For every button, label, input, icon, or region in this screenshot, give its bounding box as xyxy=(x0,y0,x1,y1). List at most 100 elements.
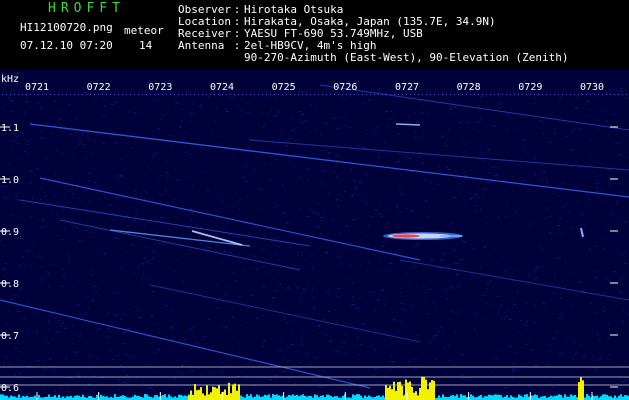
activity-bar xyxy=(0,394,2,400)
noise-speck xyxy=(198,106,201,108)
activity-bar xyxy=(100,394,102,400)
noise-speck xyxy=(594,276,597,278)
noise-speck xyxy=(450,286,453,288)
noise-speck xyxy=(304,166,307,168)
noise-speck xyxy=(100,370,102,372)
noise-speck xyxy=(88,231,92,233)
header-dot xyxy=(342,94,343,95)
noise-speck xyxy=(264,228,266,230)
header-dot xyxy=(378,94,379,95)
noise-speck xyxy=(484,188,487,190)
activity-bar xyxy=(528,396,530,400)
noise-speck xyxy=(299,292,302,294)
noise-speck xyxy=(78,335,82,337)
noise-speck xyxy=(28,183,32,184)
noise-speck xyxy=(32,203,35,205)
noise-speck xyxy=(477,121,480,123)
antenna-detail-row: 90-270-Azimuth (East-West), 90-Elevation… xyxy=(178,52,569,64)
noise-speck xyxy=(408,116,411,117)
noise-speck xyxy=(340,265,342,267)
activity-bar xyxy=(544,395,546,400)
noise-speck xyxy=(93,194,95,195)
noise-speck xyxy=(443,346,447,348)
noise-speck xyxy=(210,132,212,134)
noise-speck xyxy=(457,244,459,246)
noise-speck xyxy=(368,225,370,227)
noise-speck xyxy=(488,181,490,183)
noise-speck xyxy=(57,111,60,113)
noise-speck xyxy=(152,371,154,373)
noise-speck xyxy=(313,307,316,309)
header-dot xyxy=(86,94,87,95)
noise-speck xyxy=(68,257,70,259)
noise-speck xyxy=(498,92,502,94)
noise-speck xyxy=(370,216,373,218)
noise-speck xyxy=(545,207,549,209)
noise-speck xyxy=(261,188,265,190)
activity-bar xyxy=(534,394,536,400)
noise-speck xyxy=(290,344,293,345)
noise-speck xyxy=(619,277,623,279)
noise-speck xyxy=(345,125,347,127)
activity-bar xyxy=(614,395,616,400)
header-dot xyxy=(238,94,239,95)
noise-speck xyxy=(8,164,10,166)
noise-speck xyxy=(390,250,393,252)
activity-bar xyxy=(314,394,316,400)
header-dot xyxy=(134,94,135,95)
noise-speck xyxy=(237,253,240,255)
noise-speck xyxy=(533,322,536,324)
noise-speck xyxy=(53,196,56,197)
noise-speck xyxy=(481,152,484,154)
noise-speck xyxy=(435,385,438,387)
activity-burst xyxy=(214,387,216,400)
noise-speck xyxy=(486,288,488,290)
noise-speck xyxy=(541,132,545,134)
noise-speck xyxy=(29,265,31,267)
header-dot xyxy=(294,94,295,95)
header-dot xyxy=(442,94,443,95)
noise-speck xyxy=(155,241,158,243)
noise-speck xyxy=(93,140,95,142)
header-dot xyxy=(130,94,131,95)
activity-burst xyxy=(208,394,210,400)
activity-bar xyxy=(456,394,458,400)
noise-speck xyxy=(154,217,157,219)
header-dot xyxy=(274,94,275,95)
noise-speck xyxy=(309,363,312,365)
noise-speck xyxy=(552,338,556,340)
noise-speck xyxy=(134,190,137,192)
header-dot xyxy=(470,94,471,95)
activity-bar xyxy=(292,394,294,400)
noise-speck xyxy=(596,334,599,336)
activity-bar xyxy=(454,396,456,400)
activity-bar xyxy=(624,395,626,400)
activity-bar xyxy=(606,394,608,400)
noise-speck xyxy=(47,274,50,276)
noise-speck xyxy=(574,340,576,342)
activity-bar xyxy=(6,395,8,400)
activity-bar xyxy=(164,394,166,400)
noise-speck xyxy=(136,267,140,269)
activity-burst xyxy=(190,390,192,400)
noise-speck xyxy=(307,179,309,181)
activity-bar xyxy=(564,394,566,400)
noise-speck xyxy=(196,98,198,100)
noise-speck xyxy=(575,107,579,109)
noise-speck xyxy=(29,170,33,172)
activity-bar xyxy=(490,394,492,400)
noise-speck xyxy=(202,336,206,337)
noise-speck xyxy=(68,263,70,264)
noise-speck xyxy=(296,255,299,257)
noise-speck xyxy=(615,143,619,145)
noise-speck xyxy=(443,255,445,257)
noise-speck xyxy=(336,154,339,156)
noise-speck xyxy=(483,294,485,296)
noise-speck xyxy=(55,235,59,236)
header-dot xyxy=(106,94,107,95)
noise-speck xyxy=(144,190,147,192)
noise-speck xyxy=(143,198,146,200)
noise-speck xyxy=(81,200,84,202)
noise-speck xyxy=(460,138,463,139)
noise-speck xyxy=(540,339,542,341)
